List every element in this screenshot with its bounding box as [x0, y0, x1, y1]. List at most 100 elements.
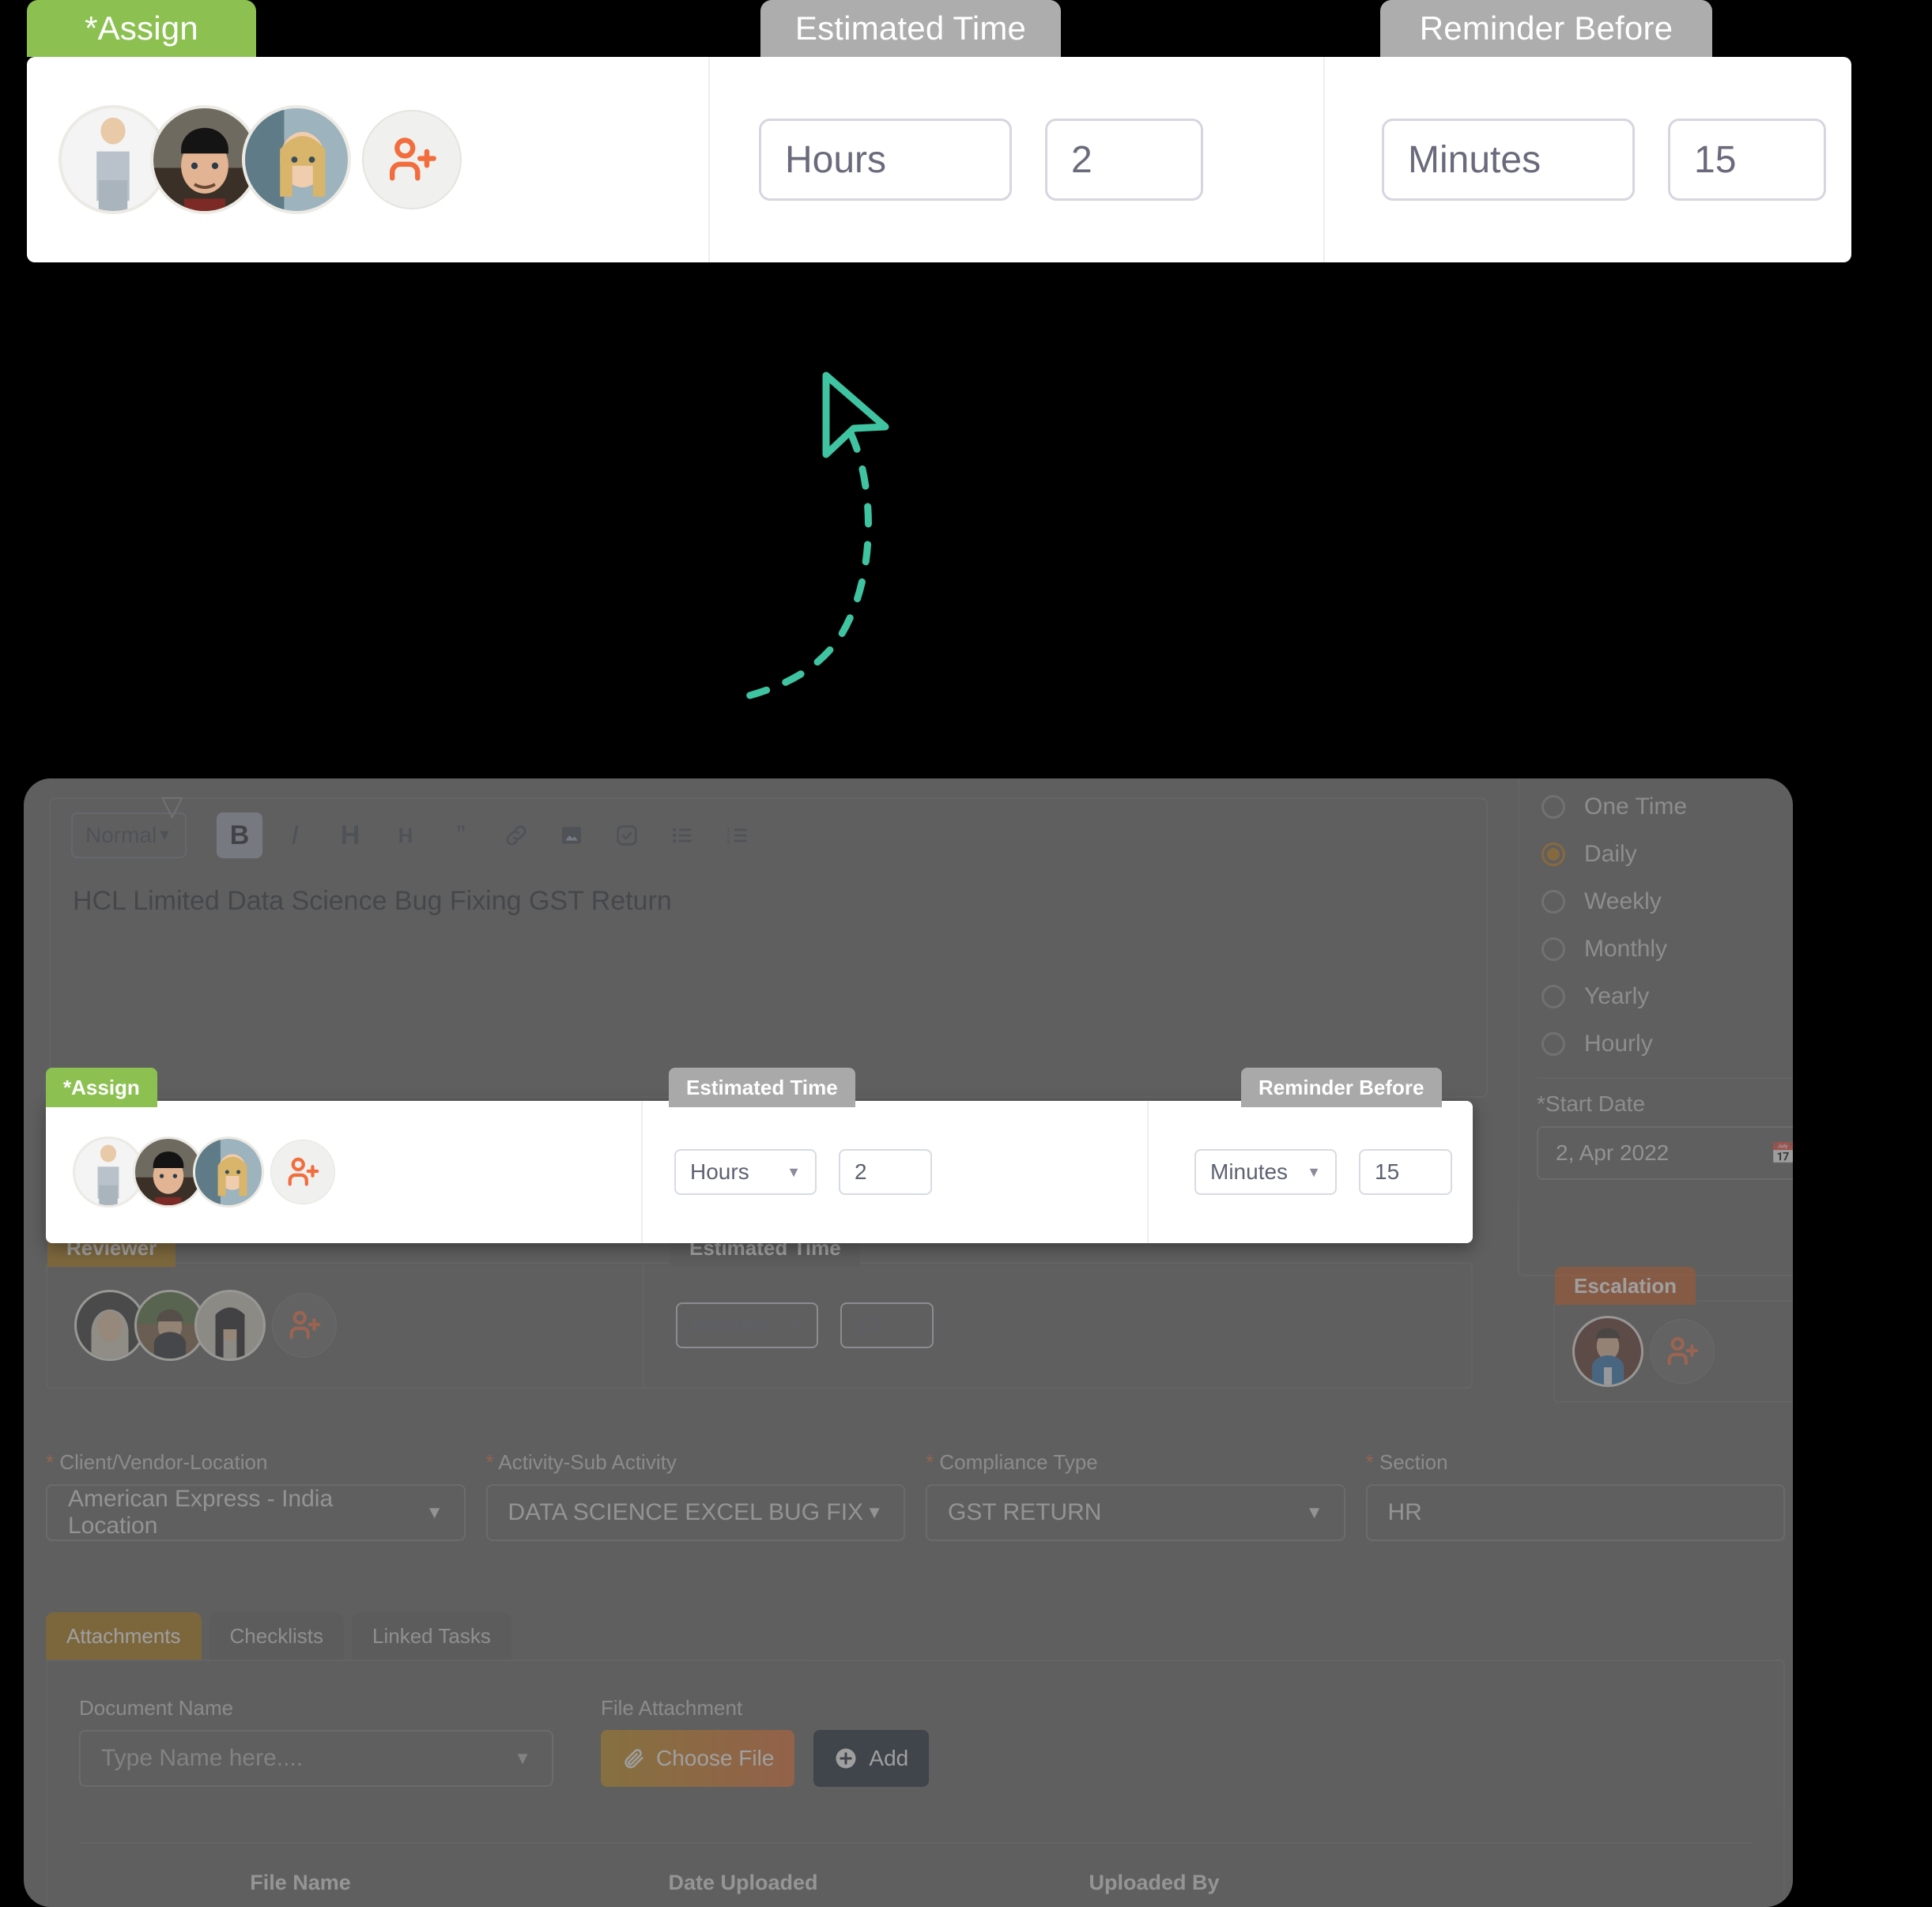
callout-tab-reminder-before[interactable]: Reminder Before	[1380, 0, 1712, 57]
reviewer-avatar-group	[74, 1290, 266, 1361]
recurrence-option-weekly[interactable]: Weekly	[1519, 878, 1793, 925]
callout-tab-assign[interactable]: *Assign	[27, 0, 256, 57]
description-editor: ▽ Normal ▼ B I H H ” 1 2 3 HCL Limited D…	[49, 790, 1488, 1098]
radio-icon	[1541, 985, 1565, 1008]
callout-tab-estimated-time[interactable]: Estimated Time	[760, 0, 1061, 57]
avatar-photo-icon	[153, 108, 256, 211]
add-reviewer-button[interactable]	[272, 1293, 337, 1358]
file-attachment-group: File Attachment Choose File Add	[601, 1696, 930, 1787]
add-attachment-button[interactable]: Add	[813, 1730, 930, 1787]
heading-1-icon[interactable]: H	[327, 812, 373, 858]
tab-checklists[interactable]: Checklists	[209, 1612, 344, 1660]
reviewer-estimated-time-column: Minutes ▼ 15	[644, 1264, 1471, 1387]
chevron-down-icon: ▼	[425, 1502, 443, 1522]
italic-icon[interactable]: I	[272, 812, 318, 858]
add-escalation-button[interactable]	[1650, 1319, 1715, 1384]
recurrence-panel: Recurrence pattern and One Time Daily We…	[1518, 778, 1793, 1276]
tab-attachments[interactable]: Attachments	[46, 1612, 202, 1660]
field-client-vendor-location: **Client/Vendor-Location Client/Vendor-L…	[46, 1450, 466, 1541]
reviewer-estimated-time-unit-select[interactable]: Minutes ▼	[676, 1302, 818, 1348]
bold-icon[interactable]: B	[217, 812, 263, 858]
field-label: * Section	[1365, 1450, 1448, 1474]
reminder-unit-select[interactable]: Minutes	[1382, 119, 1635, 201]
avatar-photo-icon	[197, 1292, 263, 1359]
modal-estimated-time-value-input[interactable]: 2	[839, 1149, 932, 1195]
link-icon[interactable]	[493, 812, 539, 858]
estimated-time-unit-select[interactable]: Hours	[759, 119, 1012, 201]
cursor-annotation	[731, 340, 1020, 735]
modal-reminder-unit-select[interactable]: Minutes ▼	[1194, 1149, 1337, 1195]
field-activity-sub-activity: * Activity-Sub Activity DATA SCIENCE EXC…	[485, 1450, 905, 1541]
recurrence-option-daily[interactable]: Daily	[1519, 831, 1793, 878]
heading-2-icon[interactable]: H	[383, 812, 428, 858]
assign-estimated-time-pill[interactable]: Estimated Time	[669, 1068, 855, 1107]
numbered-list-icon[interactable]: 123	[715, 812, 760, 858]
callout-estimated-time-column: Hours 2	[710, 57, 1325, 262]
avatar-photo-icon	[135, 1139, 202, 1205]
field-input[interactable]: DATA SCIENCE EXCEL BUG FIX ▼	[485, 1484, 905, 1541]
file-attachment-buttons: Choose File Add	[601, 1730, 930, 1787]
task-detail-modal: ▽ Normal ▼ B I H H ” 1 2 3 HCL Limited D…	[24, 778, 1793, 1907]
paperclip-icon	[625, 1749, 643, 1769]
screen-root: *Assign Estimated Time Reminder Before H…	[0, 0, 1932, 1907]
tab-linked-tasks[interactable]: Linked Tasks	[352, 1612, 511, 1660]
avatar-photo-icon	[62, 108, 164, 211]
recurrence-options: One Time Daily Weekly Monthly Yearly Hou…	[1519, 778, 1793, 1068]
avatar-photo-icon	[77, 1292, 143, 1359]
field-value: DATA SCIENCE EXCEL BUG FIX	[508, 1499, 864, 1525]
choose-file-label: Choose File	[656, 1746, 775, 1770]
file-attachment-label: File Attachment	[601, 1696, 743, 1720]
avatar[interactable]	[193, 1136, 264, 1208]
radio-icon	[1541, 1032, 1565, 1056]
assign-pill[interactable]: *Assign	[46, 1068, 157, 1107]
radio-icon	[1541, 890, 1565, 914]
escalation-pill[interactable]: Escalation	[1555, 1267, 1696, 1305]
chevron-down-icon: ▼	[788, 1317, 802, 1333]
recurrence-option-hourly[interactable]: Hourly	[1519, 1020, 1793, 1068]
checkbox-list-icon[interactable]	[604, 812, 650, 858]
recurrence-option-label: Weekly	[1584, 888, 1662, 914]
editor-content[interactable]: HCL Limited Data Science Bug Fixing GST …	[51, 872, 1486, 931]
recurrence-option-label: One Time	[1584, 793, 1688, 820]
reviewer-section: Reviewer Estimated Time Minutes ▼ 15	[46, 1229, 1473, 1389]
field-input[interactable]: American Express - India Location ▼	[46, 1484, 466, 1541]
bottom-tabs: Attachments Checklists Linked Tasks	[46, 1612, 1785, 1660]
field-input[interactable]: GST RETURN ▼	[926, 1484, 1345, 1541]
image-icon[interactable]	[549, 812, 594, 858]
avatar[interactable]	[1572, 1316, 1643, 1387]
choose-file-button[interactable]: Choose File	[601, 1730, 795, 1787]
avatar[interactable]	[194, 1290, 266, 1361]
recurrence-option-monthly[interactable]: Monthly	[1519, 925, 1793, 973]
recurrence-option-one-time[interactable]: One Time	[1519, 783, 1793, 831]
avatar-photo-icon	[137, 1292, 203, 1359]
assign-estimated-time-column: Hours ▼ 2	[643, 1101, 1149, 1243]
chevron-down-icon: ▼	[157, 826, 173, 844]
document-name-input[interactable]: Type Name here.... ▼	[79, 1730, 553, 1787]
add-user-icon	[390, 138, 436, 181]
reminder-value-input[interactable]: 15	[1668, 119, 1826, 201]
form-fields-row: **Client/Vendor-Location Client/Vendor-L…	[46, 1450, 1785, 1541]
modal-reminder-unit-value: Minutes	[1210, 1159, 1289, 1184]
assign-reminder-pill[interactable]: Reminder Before	[1241, 1068, 1442, 1107]
modal-estimated-time-unit-select[interactable]: Hours ▼	[674, 1149, 817, 1195]
reviewer-estimated-time-value-input[interactable]: 15	[840, 1302, 934, 1348]
add-assignee-button-modal[interactable]	[270, 1140, 335, 1204]
editor-format-value: Normal	[85, 823, 157, 847]
blockquote-icon[interactable]: ”	[438, 812, 484, 858]
recurrence-option-yearly[interactable]: Yearly	[1519, 973, 1793, 1020]
field-input[interactable]: HR	[1365, 1484, 1785, 1541]
field-label-visible: Activity-Sub Activity	[498, 1450, 677, 1474]
modal-reminder-value-input[interactable]: 15	[1359, 1149, 1452, 1195]
assignee-avatar-group	[58, 105, 351, 214]
bullet-list-icon[interactable]	[659, 812, 705, 858]
callout-tab-assign-label: *Assign	[85, 9, 198, 47]
modal-estimated-time-value: 2	[855, 1159, 867, 1184]
calendar-icon[interactable]: 📅	[1771, 1141, 1793, 1166]
add-assignee-button[interactable]	[362, 110, 462, 209]
estimated-time-value-input[interactable]: 2	[1045, 119, 1203, 201]
start-date-input[interactable]: 2, Apr 2022 📅	[1537, 1126, 1793, 1180]
reviewer-estimated-time-unit-value: Minutes	[692, 1313, 770, 1337]
field-label: * Compliance Type	[926, 1450, 1098, 1474]
chevron-down-icon: ▼	[1305, 1502, 1323, 1522]
avatar[interactable]	[242, 105, 351, 214]
